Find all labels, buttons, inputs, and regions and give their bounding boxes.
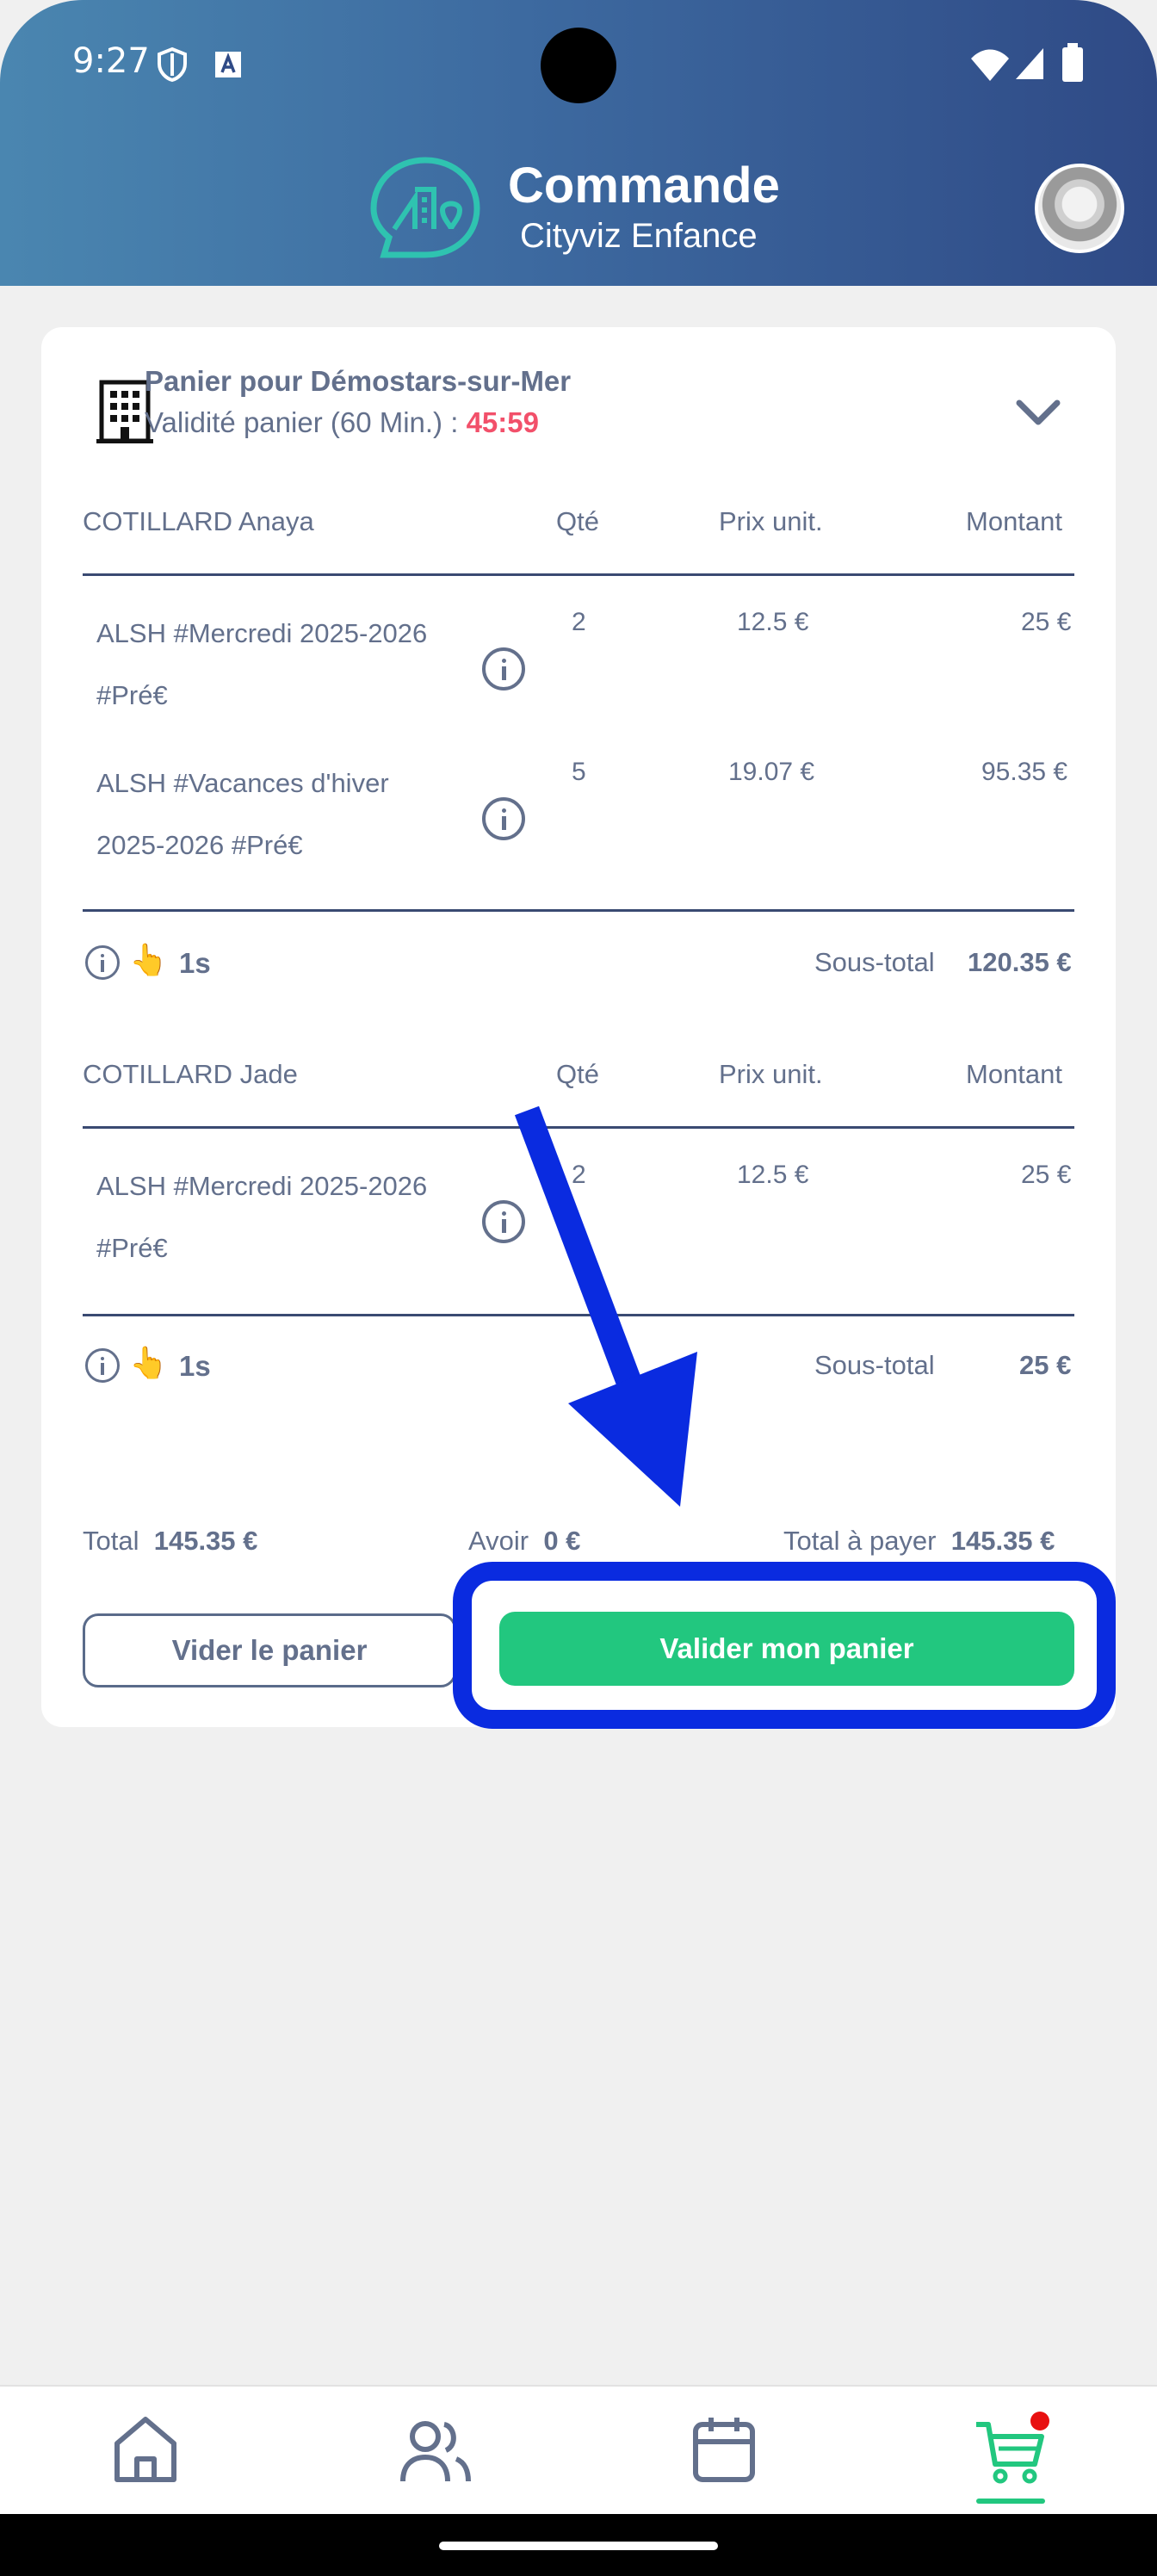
list-item-name: ALSH #Vacances d'hiver 2025-2026 #Pré€ bbox=[96, 768, 389, 860]
item-amount: 25 € bbox=[1021, 608, 1072, 636]
front-camera bbox=[541, 28, 616, 103]
col-unit-price: Prix unit. bbox=[719, 506, 823, 536]
item-qty: 2 bbox=[572, 608, 586, 636]
total-row: Total 145.35 € bbox=[83, 1526, 257, 1557]
item-amount: 25 € bbox=[1021, 1161, 1072, 1189]
battery-icon bbox=[1062, 43, 1083, 82]
page-subtitle: Cityviz Enfance bbox=[520, 217, 758, 255]
subtotal-value: 25 € bbox=[1019, 1350, 1072, 1380]
user-avatar[interactable] bbox=[1035, 164, 1124, 253]
highlight-box bbox=[453, 1562, 1116, 1729]
total-label: Total bbox=[83, 1526, 139, 1556]
item-unit-price: 19.07 € bbox=[728, 758, 815, 786]
info-icon[interactable] bbox=[85, 1348, 120, 1383]
validity-label: Validité panier (60 Min.) : bbox=[145, 406, 459, 438]
total-value: 145.35 € bbox=[153, 1526, 258, 1556]
item-qty: 5 bbox=[572, 758, 586, 786]
duration: 1s bbox=[179, 1350, 211, 1382]
home-icon[interactable] bbox=[107, 2411, 184, 2488]
to-pay-row: Total à payer 145.35 € bbox=[783, 1526, 1055, 1557]
subtotal-value: 120.35 € bbox=[968, 947, 1072, 977]
col-amount: Montant bbox=[966, 1059, 1063, 1089]
to-pay-value: 145.35 € bbox=[950, 1526, 1055, 1556]
item-qty: 2 bbox=[572, 1161, 586, 1189]
active-tab-indicator bbox=[976, 2499, 1045, 2504]
hand-pointer-icon: 👆 bbox=[129, 942, 168, 977]
divider bbox=[83, 573, 1074, 576]
users-icon[interactable] bbox=[396, 2411, 473, 2488]
duration: 1s bbox=[179, 947, 211, 979]
col-unit-price: Prix unit. bbox=[719, 1059, 823, 1089]
item-unit-price: 12.5 € bbox=[737, 1161, 809, 1189]
home-gesture-handle[interactable] bbox=[439, 2542, 718, 2550]
subtotal-label: Sous-total bbox=[814, 1350, 935, 1380]
col-qty: Qté bbox=[556, 1059, 599, 1089]
cityviz-logo-icon bbox=[370, 157, 480, 258]
page-title: Commande bbox=[508, 158, 780, 214]
list-item-name: ALSH #Mercredi 2025-2026 #Pré€ bbox=[96, 1171, 428, 1263]
calendar-icon[interactable] bbox=[685, 2411, 763, 2488]
shield-icon bbox=[158, 46, 187, 83]
cart-icon[interactable] bbox=[973, 2411, 1050, 2488]
credit-value: 0 € bbox=[543, 1526, 581, 1556]
divider bbox=[83, 909, 1074, 912]
info-icon[interactable] bbox=[482, 797, 525, 840]
divider bbox=[83, 1314, 1074, 1316]
empty-cart-button[interactable]: Vider le panier bbox=[83, 1613, 456, 1687]
info-icon[interactable] bbox=[482, 647, 525, 690]
info-icon[interactable] bbox=[85, 945, 120, 980]
hand-pointer-icon: 👆 bbox=[129, 1345, 168, 1380]
wifi-icon bbox=[971, 49, 1009, 81]
child-name: COTILLARD Jade bbox=[83, 1059, 298, 1089]
validity-timer: 45:59 bbox=[466, 406, 539, 438]
cart-title: Panier pour Démostars-sur-Mer bbox=[145, 365, 572, 397]
col-qty: Qté bbox=[556, 506, 599, 536]
to-pay-label: Total à payer bbox=[783, 1526, 937, 1556]
credit-label: Avoir bbox=[468, 1526, 529, 1556]
list-item-name: ALSH #Mercredi 2025-2026 #Pré€ bbox=[96, 618, 428, 710]
col-amount: Montant bbox=[966, 506, 1063, 536]
cart-validity: Validité panier (60 Min.) : 45:59 bbox=[145, 406, 539, 439]
info-icon[interactable] bbox=[482, 1200, 525, 1243]
item-unit-price: 12.5 € bbox=[737, 608, 809, 636]
item-amount: 95.35 € bbox=[981, 758, 1068, 786]
status-time: 9:27 bbox=[72, 41, 150, 81]
font-icon bbox=[215, 52, 241, 77]
divider bbox=[83, 1126, 1074, 1129]
child-name: COTILLARD Anaya bbox=[83, 506, 314, 536]
signal-icon bbox=[1016, 48, 1043, 79]
credit-row: Avoir 0 € bbox=[468, 1526, 580, 1557]
subtotal-label: Sous-total bbox=[814, 947, 935, 977]
chevron-down-icon[interactable] bbox=[1016, 399, 1061, 427]
